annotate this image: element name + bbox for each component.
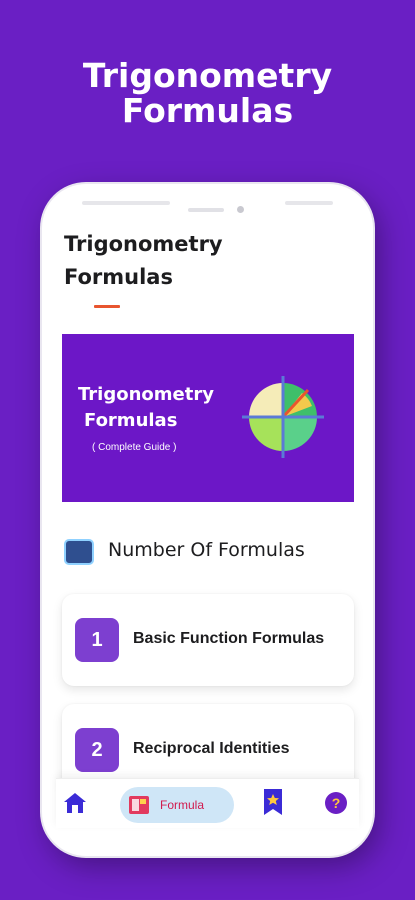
bookmark-icon[interactable] <box>262 788 284 816</box>
title-underline <box>94 305 120 308</box>
card-number: 2 <box>75 728 119 772</box>
promo-title-line1: Trigonometry <box>82 56 333 95</box>
page-title-line1: Trigonometry <box>64 232 223 256</box>
phone-frame: Trigonometry Formulas Trigonometry Formu… <box>42 184 373 856</box>
banner-subtitle: Complete Guide <box>92 442 176 453</box>
card-number: 1 <box>75 618 119 662</box>
banner-title-line2: Formulas <box>84 410 178 431</box>
promo-title: Trigonometry Formulas <box>0 58 415 128</box>
notch-bar <box>285 201 333 205</box>
banner-title: Trigonometry Formulas <box>78 382 228 434</box>
phone-speaker <box>188 208 224 212</box>
svg-text:?: ? <box>332 795 341 811</box>
bottom-navigation: Formula ? <box>56 778 359 828</box>
formula-icon <box>129 796 149 814</box>
hero-banner[interactable]: Trigonometry Formulas Complete Guide <box>62 334 354 502</box>
promo-title-line2: Formulas <box>121 91 294 130</box>
phone-camera <box>237 206 244 213</box>
formulas-section-header: Number Of Formulas <box>64 536 354 568</box>
formula-book-icon <box>64 539 94 565</box>
unit-circle-icon <box>242 376 324 458</box>
page-title: Trigonometry Formulas <box>64 228 264 294</box>
home-icon[interactable] <box>62 791 88 815</box>
nav-formula-tab[interactable]: Formula <box>120 787 234 823</box>
card-label: Reciprocal Identities <box>133 740 290 757</box>
card-label: Basic Function Formulas <box>133 630 325 647</box>
nav-formula-label: Formula <box>160 798 205 812</box>
section-label: Number Of Formulas <box>108 539 305 561</box>
help-icon[interactable]: ? <box>324 791 348 815</box>
notch-bar <box>82 201 170 205</box>
banner-title-line1: Trigonometry <box>78 384 214 405</box>
page-title-line2: Formulas <box>64 265 173 289</box>
formula-card-basic[interactable]: 1 Basic Function Formulas <box>62 594 354 686</box>
